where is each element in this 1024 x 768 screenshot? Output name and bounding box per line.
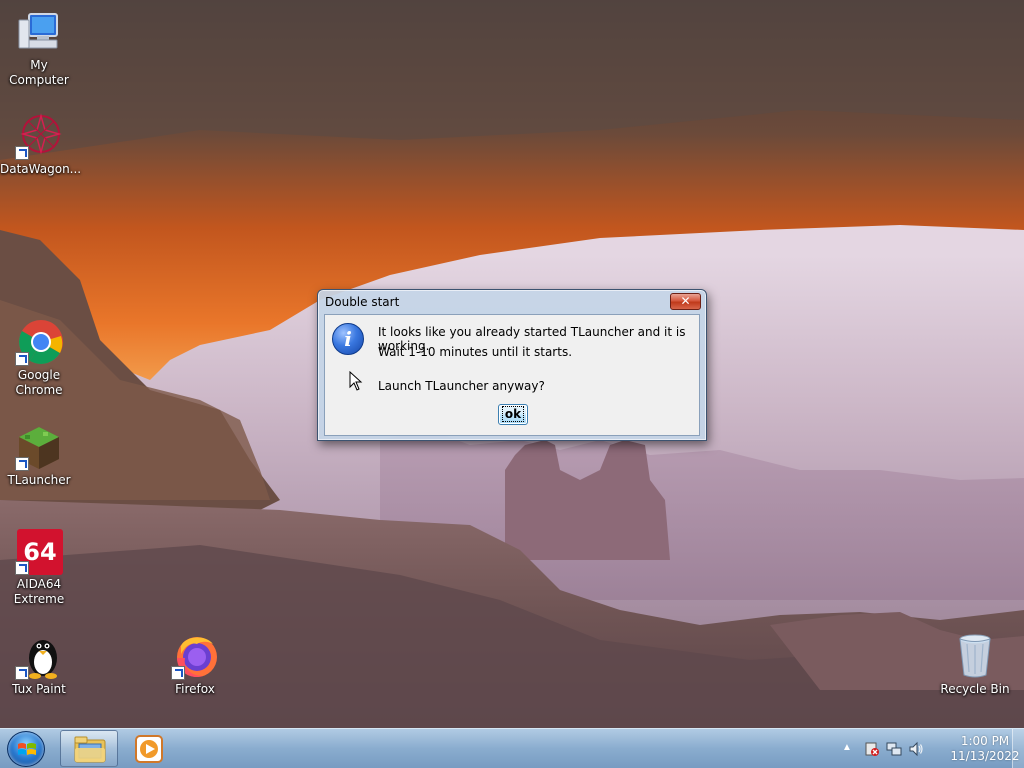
desktop-icon-label: AIDA64 Extreme [13,577,65,606]
desktop-icon-datawagon[interactable]: DataWagon... [0,112,82,177]
mouse-pointer-icon [349,371,363,391]
dialog-body: i It looks like you already started TLau… [324,314,700,436]
folder-icon [74,736,106,763]
clock-time: 1:00 PM [960,734,1010,748]
windows-logo-icon [18,743,36,755]
datawagon-icon [15,112,63,160]
desktop-icon-label: My Computer [9,58,69,87]
ok-button-label: ok [501,406,525,422]
tlauncher-icon [15,423,63,471]
show-hidden-icons-icon[interactable]: ▲ [842,742,852,753]
notification-area: ▲ 1:00 PM 11/13/2022 [834,729,1024,768]
tux-penguin-icon [15,632,63,680]
ok-button[interactable]: ok [498,404,528,425]
chrome-icon [15,318,63,366]
network-icon[interactable] [886,741,902,757]
shortcut-arrow-icon [15,352,29,366]
desktop-icon-label: DataWagon... [0,162,82,176]
close-button[interactable]: ✕ [670,293,701,310]
desktop-icon-tux-paint[interactable]: Tux Paint [0,632,78,697]
media-player-icon [135,735,163,763]
desktop-icon-label: Firefox [175,682,215,696]
aida64-icon: 64 [15,527,63,575]
shortcut-arrow-icon [15,457,29,471]
desktop-icon-label: Tux Paint [12,682,66,696]
desktop-icon-tlauncher[interactable]: TLauncher [0,423,78,488]
information-icon: i [332,323,364,355]
dialog-title: Double start [325,295,400,309]
desktop-icon-firefox[interactable]: Firefox [156,632,234,697]
show-desktop-button[interactable] [1012,729,1024,768]
clock[interactable]: 1:00 PM 11/13/2022 [950,734,1020,764]
shortcut-arrow-icon [171,666,185,680]
shortcut-arrow-icon [15,666,29,680]
start-button[interactable] [7,731,45,767]
close-icon: ✕ [680,294,691,308]
recycle-bin-icon [951,632,999,680]
double-start-dialog: Double start ✕ i It looks like you alrea… [317,289,707,441]
firefox-icon [171,632,219,680]
desktop-icon-label: Recycle Bin [940,682,1010,696]
taskbar: ▲ 1:00 PM 11/13/2022 [0,728,1024,768]
clock-date: 11/13/2022 [950,749,1020,763]
desktop-icon-aida64[interactable]: 64 AIDA64 Extreme [0,527,78,607]
dialog-message-line2: Wait 1-10 minutes until it starts. [378,345,573,359]
dialog-question: Launch TLauncher anyway? [378,379,545,393]
taskbar-windows-explorer[interactable] [60,730,118,767]
shortcut-arrow-icon [15,561,29,575]
shortcut-arrow-icon [15,146,29,160]
taskbar-media-player[interactable] [121,730,177,767]
desktop-icon-recycle-bin[interactable]: Recycle Bin [936,632,1014,697]
desktop-icon-label: TLauncher [7,473,71,487]
computer-icon [15,8,63,56]
volume-icon[interactable] [908,741,924,757]
dialog-titlebar[interactable]: Double start ✕ [318,290,706,313]
desktop-icon-google-chrome[interactable]: Google Chrome [0,318,78,398]
desktop-icon-label: Google Chrome [15,368,63,397]
action-center-icon[interactable] [864,741,880,757]
desktop-icon-my-computer[interactable]: My Computer [0,8,78,88]
